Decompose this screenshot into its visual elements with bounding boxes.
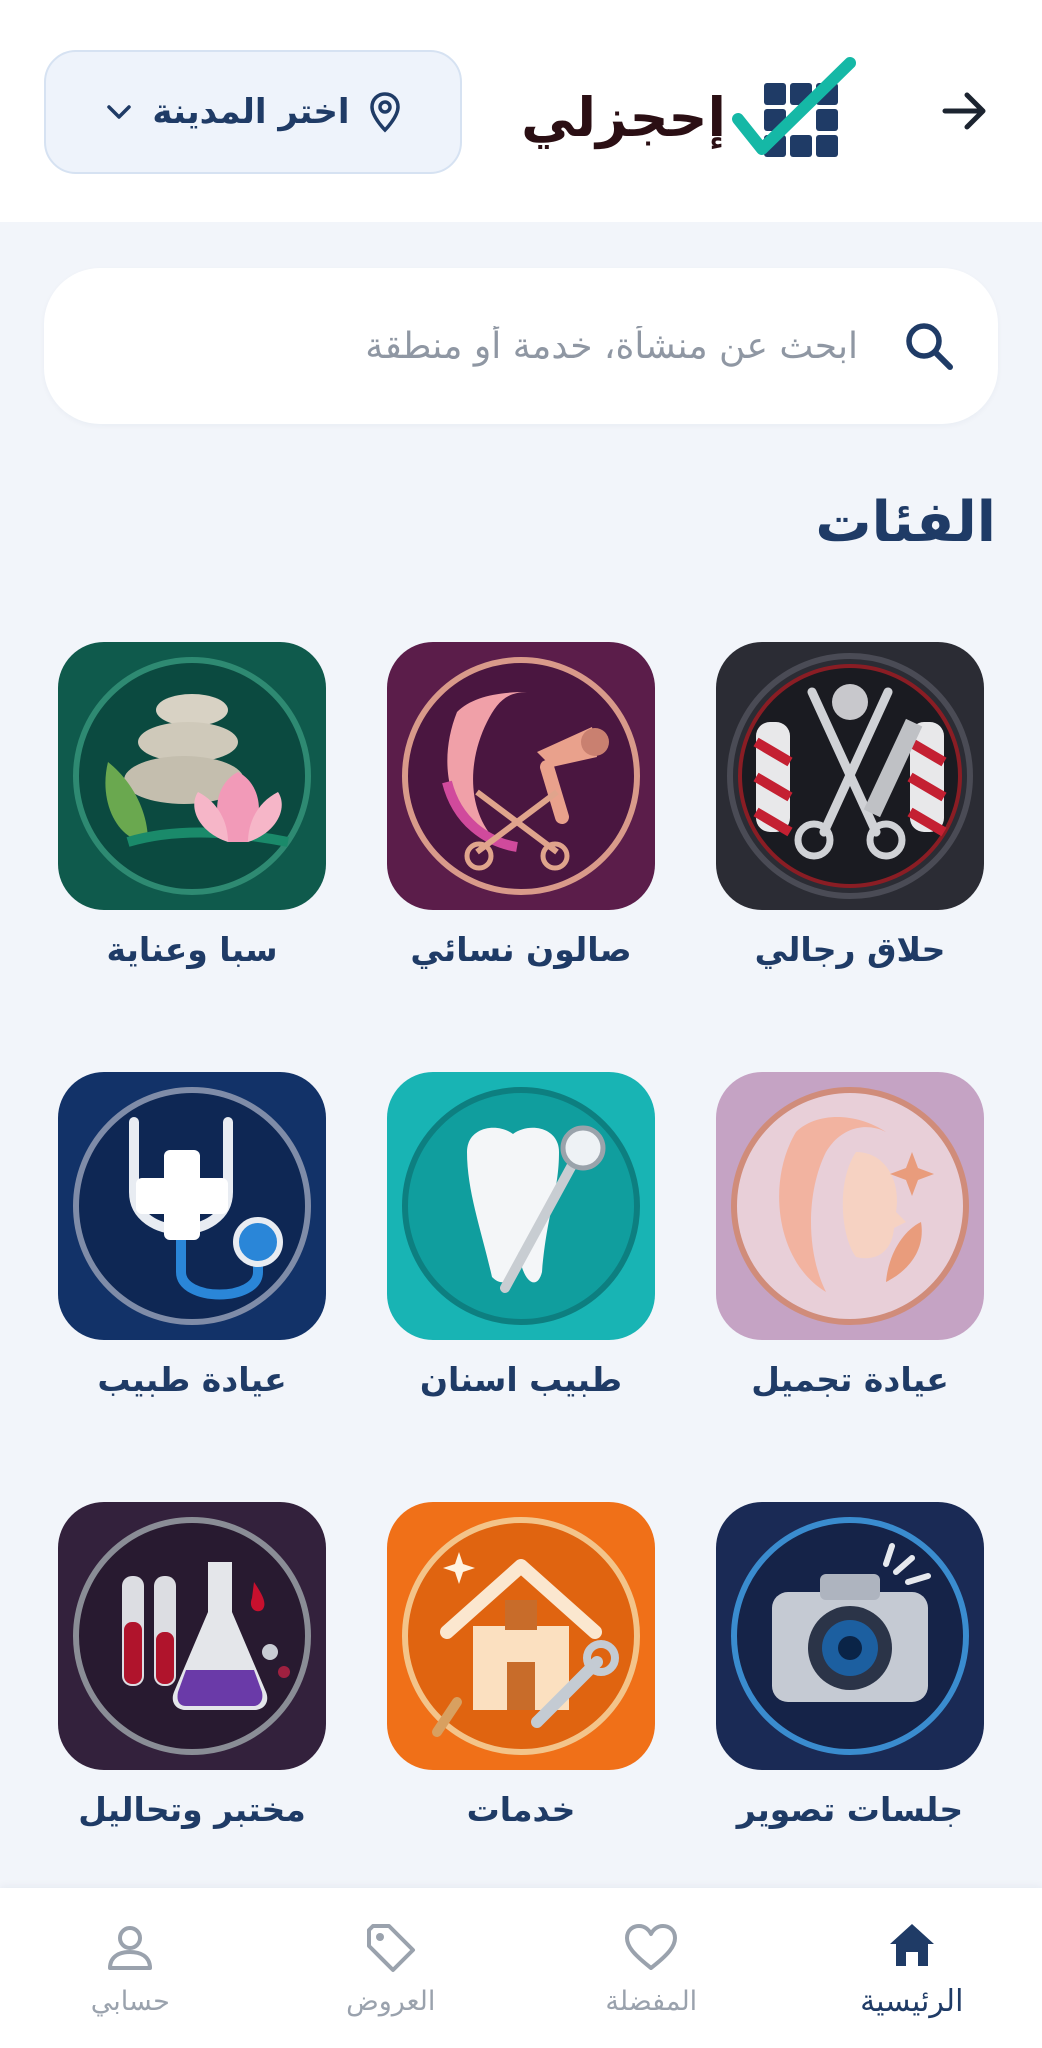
- category-barber[interactable]: حلاق رجالي: [700, 642, 1000, 969]
- barber-icon: [727, 653, 973, 899]
- spa-icon: [73, 657, 311, 895]
- search-bar: [44, 268, 998, 424]
- home-services-icon: [402, 1517, 640, 1755]
- search-icon[interactable]: [898, 315, 960, 377]
- category-tile: [58, 642, 326, 910]
- category-label: حلاق رجالي: [754, 930, 946, 969]
- category-label: صالون نسائي: [410, 930, 632, 969]
- search-input[interactable]: [158, 325, 858, 367]
- app-logo: إحجزلي: [521, 52, 860, 182]
- nav-account[interactable]: حسابي: [0, 1888, 261, 2048]
- user-icon: [108, 1925, 153, 1970]
- doctor-icon: [73, 1087, 311, 1325]
- category-label: جلسات تصوير: [736, 1790, 964, 1829]
- category-label: خدمات: [466, 1790, 576, 1829]
- category-label: سبا وعناية: [106, 930, 278, 969]
- location-pin-icon: [369, 92, 400, 133]
- category-label: مختبر وتحاليل: [78, 1790, 306, 1829]
- nav-home[interactable]: الرئيسية: [782, 1888, 1042, 2048]
- category-services[interactable]: خدمات: [371, 1502, 671, 1829]
- nav-favorites[interactable]: المفضلة: [521, 1888, 782, 2048]
- category-tile: [387, 1072, 655, 1340]
- category-label: طبيب اسنان: [419, 1360, 623, 1399]
- category-tile: [387, 1502, 655, 1770]
- app-header: إحجزلي اختر المدينة: [0, 0, 1042, 222]
- camera-icon: [731, 1517, 969, 1755]
- chevron-down-icon: [107, 105, 132, 119]
- city-select-label: اختر المدينة: [152, 92, 350, 132]
- logo-grid-check-icon: [732, 57, 856, 157]
- category-label: عيادة طبيب: [97, 1360, 287, 1399]
- category-women-salon[interactable]: صالون نسائي: [371, 642, 671, 969]
- app-name: إحجزلي: [521, 85, 726, 149]
- category-spa[interactable]: سبا وعناية: [42, 642, 342, 969]
- category-tile: [716, 642, 984, 910]
- nav-label: المفضلة: [605, 1985, 698, 2017]
- heart-icon: [625, 1923, 678, 1970]
- category-tile: [716, 1072, 984, 1340]
- nav-label: الرئيسية: [860, 1983, 964, 2019]
- category-tile: [387, 642, 655, 910]
- category-doctor[interactable]: عيادة طبيب: [42, 1072, 342, 1399]
- category-tile: [58, 1502, 326, 1770]
- bottom-navigation: الرئيسية المفضلة العروض حسابي: [0, 1888, 1042, 2048]
- category-dentist[interactable]: طبيب اسنان: [371, 1072, 671, 1399]
- tag-icon: [366, 1923, 415, 1972]
- back-button[interactable]: [930, 76, 1000, 146]
- category-lab[interactable]: مختبر وتحاليل: [42, 1502, 342, 1829]
- beauty-clinic-icon: [731, 1087, 969, 1325]
- category-label: عيادة تجميل: [751, 1360, 949, 1399]
- nav-offers[interactable]: العروض: [261, 1888, 522, 2048]
- category-tile: [58, 1072, 326, 1340]
- dentist-icon: [402, 1087, 640, 1325]
- nav-label: حسابي: [90, 1985, 170, 2017]
- category-beauty-clinic[interactable]: عيادة تجميل: [700, 1072, 1000, 1399]
- categories-title: الفئات: [815, 490, 996, 555]
- category-tile: [716, 1502, 984, 1770]
- arrow-right-icon: [942, 92, 986, 130]
- nav-label: العروض: [346, 1985, 436, 2017]
- city-select[interactable]: اختر المدينة: [44, 50, 462, 174]
- salon-icon: [402, 657, 640, 895]
- home-icon: [889, 1923, 934, 1966]
- lab-icon: [73, 1517, 311, 1755]
- category-photo-sessions[interactable]: جلسات تصوير: [700, 1502, 1000, 1829]
